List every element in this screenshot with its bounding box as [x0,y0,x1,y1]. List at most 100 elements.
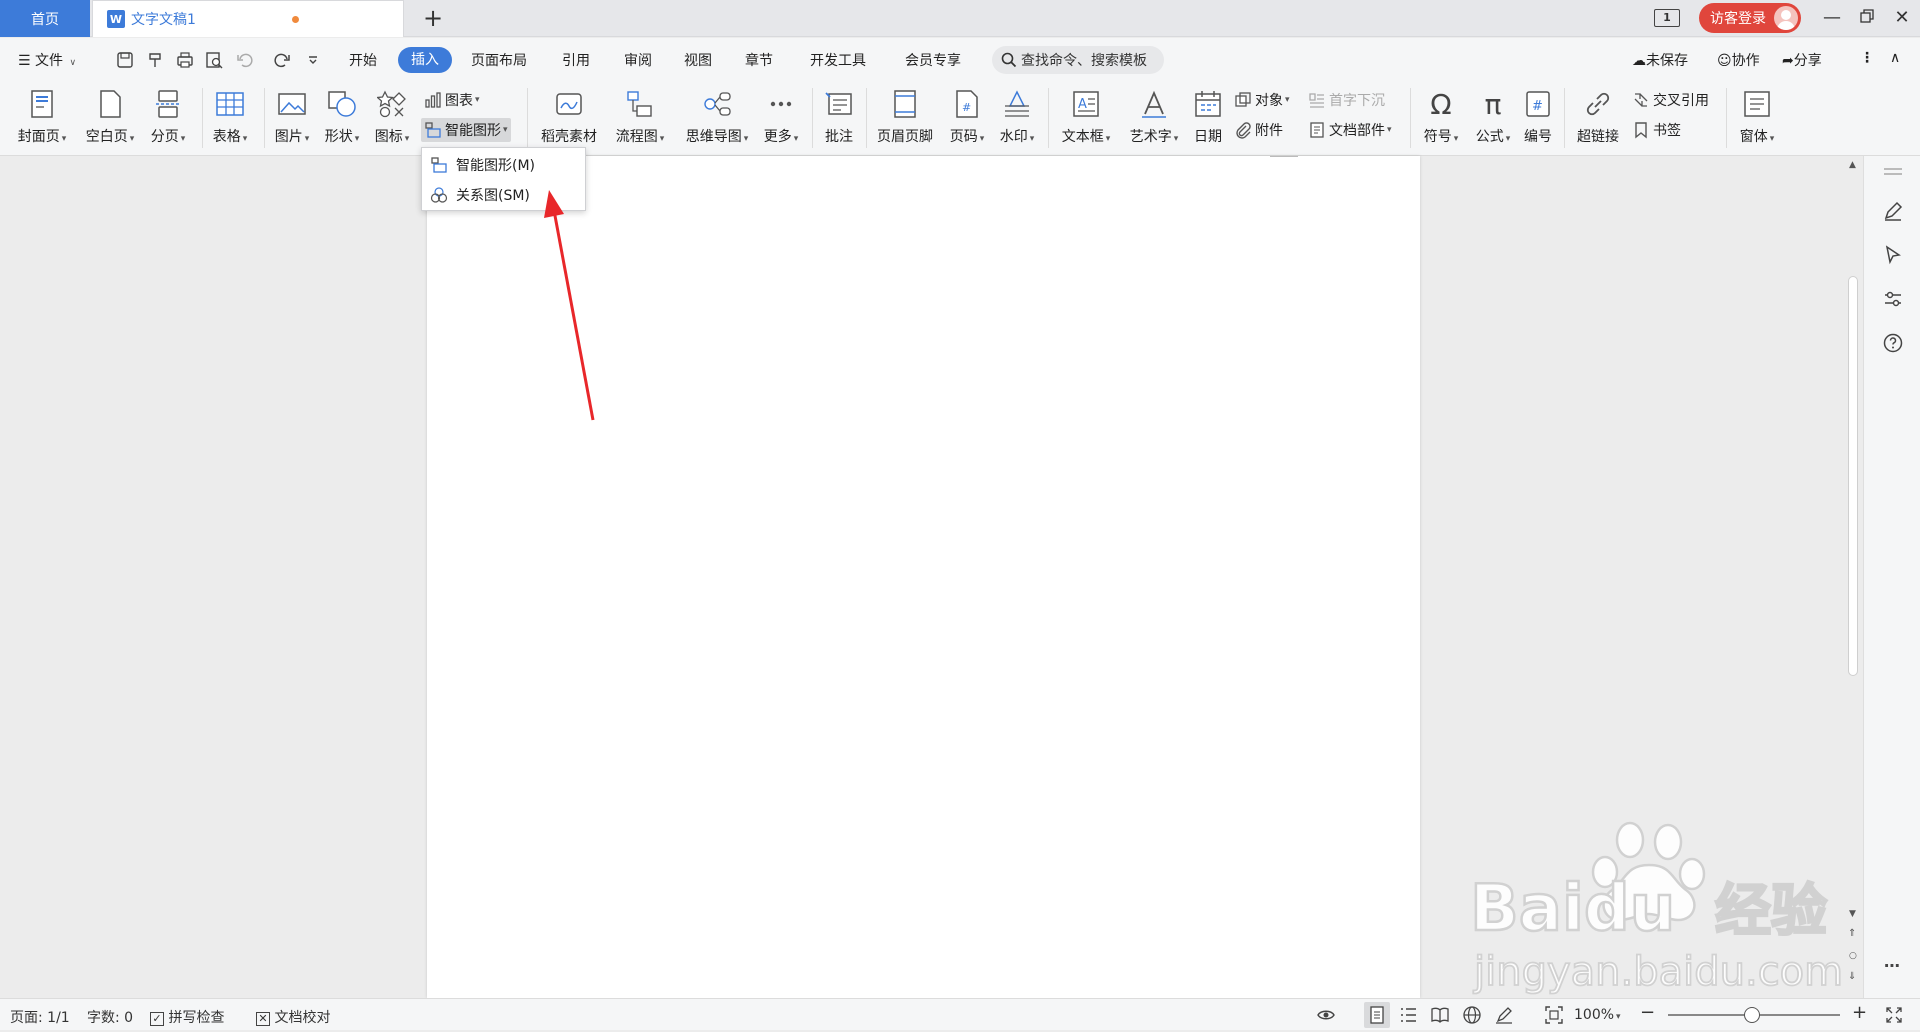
symbol-button[interactable]: Ω 符号 ▾ [1418,86,1464,152]
table-button[interactable]: 表格 ▾ [208,86,252,152]
icon-library-button[interactable]: 图标 ▾ [370,86,414,152]
scrollbar-thumb[interactable] [1848,276,1858,676]
print-preview-icon[interactable] [204,50,224,70]
page-number-button[interactable]: # 页码 ▾ [944,86,990,152]
collaborate-button[interactable]: ☺协作 [1717,50,1760,70]
tab-start[interactable]: 开始 [349,50,377,70]
mindmap-button[interactable]: 思维导图 ▾ [680,86,754,152]
settings-sliders-icon[interactable] [1882,288,1904,310]
word-count[interactable]: 字数: 0 [87,1007,133,1027]
undo-icon[interactable] [235,50,255,70]
docer-material-button[interactable]: 稻壳素材 [536,86,602,152]
tab-member[interactable]: 会员专享 [905,50,961,70]
vertical-scrollbar[interactable]: ▲ ▼ ⇑ ○ ⇓ [1843,156,1863,998]
cross-reference-button[interactable]: 交叉引用 [1632,88,1709,112]
tab-view[interactable]: 视图 [684,50,712,70]
comment-button[interactable]: 批注 [818,86,860,152]
watermark-button[interactable]: 水印 ▾ [994,86,1040,152]
tab-page-layout[interactable]: 页面布局 [471,50,527,70]
zoom-slider-handle[interactable] [1744,1007,1760,1023]
collapse-ribbon-icon[interactable]: ∧ [1890,50,1900,66]
restore-button[interactable] [1855,6,1879,30]
picture-icon [278,93,306,115]
select-pointer-icon[interactable] [1882,244,1904,266]
command-search-input[interactable]: 查找命令、搜索模板 [992,46,1164,74]
reading-view-icon[interactable] [1430,1005,1450,1025]
save-icon[interactable] [115,50,135,70]
header-footer-button[interactable]: 页眉页脚 [872,86,938,152]
spell-check-button[interactable]: ✓ 拼写检查 [150,1007,224,1027]
next-page-icon[interactable]: ⇓ [1848,971,1856,982]
print-icon[interactable] [175,50,195,70]
tab-home[interactable]: 首页 [0,0,90,37]
more-options-icon[interactable]: ⋮ [1860,50,1874,66]
tab-review[interactable]: 审阅 [624,50,652,70]
blank-page-button[interactable]: 空白页 ▾ [80,86,140,152]
fit-page-icon[interactable] [1544,1005,1564,1025]
drop-cap-button[interactable]: 首字下沉 [1308,88,1385,112]
page-view-button[interactable] [1364,1002,1390,1028]
attachment-button[interactable]: 附件 [1234,118,1283,142]
prev-page-icon[interactable]: ⇑ [1848,928,1856,939]
shape-button[interactable]: 形状 ▾ [320,86,364,152]
more-panels-icon[interactable]: ⋯ [1884,956,1900,975]
formula-button[interactable]: π 公式 ▾ [1470,86,1516,152]
ribbon-divider [1410,88,1411,148]
flowchart-button[interactable]: 流程图 ▾ [610,86,670,152]
smart-art-button[interactable]: 智能图形 ▾ [421,118,511,142]
textbox-button[interactable]: A 文本框 ▾ [1056,86,1116,152]
date-label: 日期 [1194,129,1222,145]
cover-page-button[interactable]: 封面页 ▾ [12,86,72,152]
write-mode-icon[interactable] [1494,1005,1514,1025]
page-break-button[interactable]: 分页 ▾ [146,86,190,152]
file-menu[interactable]: ☰ 文件 ∨ [18,50,76,70]
tab-insert[interactable]: 插入 [398,47,452,73]
document-page[interactable] [427,156,1420,998]
pen-edit-icon[interactable] [1882,200,1904,222]
minimize-button[interactable]: — [1820,6,1844,30]
eye-protection-icon[interactable] [1316,1005,1336,1025]
more-insert-button[interactable]: 更多 ▾ [758,86,804,152]
status-bar: 页面: 1/1 字数: 0 ✓ 拼写检查 ✕ 文档校对 100% ▾ − + [0,998,1920,1030]
fullscreen-icon[interactable] [1884,1005,1904,1025]
numbering-button[interactable]: # 编号 [1520,86,1556,152]
panel-drag-handle-icon[interactable] [1884,168,1902,170]
customize-toolbar-icon[interactable] [303,50,323,70]
tab-section[interactable]: 章节 [745,50,773,70]
menu-item-relation-diagram[interactable]: 关系图(SM) [430,181,580,209]
object-button[interactable]: 对象 ▾ [1234,88,1290,112]
select-browse-object-icon[interactable]: ○ [1849,951,1857,961]
scroll-up-icon[interactable]: ▲ [1849,160,1856,170]
menu-item-smart-art[interactable]: 智能图形(M) [430,151,580,179]
form-button[interactable]: 窗体 ▾ [1734,86,1780,152]
tab-references[interactable]: 引用 [562,50,590,70]
redo-icon[interactable] [272,50,292,70]
tab-developer[interactable]: 开发工具 [810,50,866,70]
zoom-level[interactable]: 100% ▾ [1574,1007,1621,1023]
chart-button[interactable]: 图表 ▾ [424,88,480,112]
tab-document[interactable]: W 文字文稿1 [92,0,404,37]
date-button[interactable]: 日期 [1190,86,1226,152]
page-indicator[interactable]: 页面: 1/1 [10,1007,70,1027]
format-painter-icon[interactable] [145,50,165,70]
doc-proofread-button[interactable]: ✕ 文档校对 [256,1007,330,1027]
unsaved-status[interactable]: ☁未保存 [1632,50,1688,70]
share-button[interactable]: ➦分享 [1782,50,1822,70]
outline-view-icon[interactable] [1398,1005,1418,1025]
scroll-down-icon[interactable]: ▼ [1849,909,1856,919]
close-window-button[interactable]: ✕ [1890,6,1914,30]
wordart-button[interactable]: 艺术字 ▾ [1124,86,1184,152]
zoom-in-button[interactable]: + [1852,1002,1867,1023]
bookmark-button[interactable]: 书签 [1632,118,1681,142]
hyperlink-button[interactable]: 超链接 [1572,86,1624,152]
picture-button[interactable]: 图片 ▾ [270,86,314,152]
web-view-icon[interactable] [1462,1005,1482,1025]
guest-login-button[interactable]: 访客登录 [1699,3,1801,33]
help-icon[interactable] [1882,332,1904,354]
zoom-out-button[interactable]: − [1640,1002,1655,1023]
guest-login-label: 访客登录 [1710,11,1766,27]
doc-parts-button[interactable]: 文档部件 ▾ [1308,118,1392,142]
window-count-badge[interactable]: 1 [1654,9,1680,27]
new-tab-button[interactable]: + [420,5,446,31]
comment-icon [825,92,852,115]
